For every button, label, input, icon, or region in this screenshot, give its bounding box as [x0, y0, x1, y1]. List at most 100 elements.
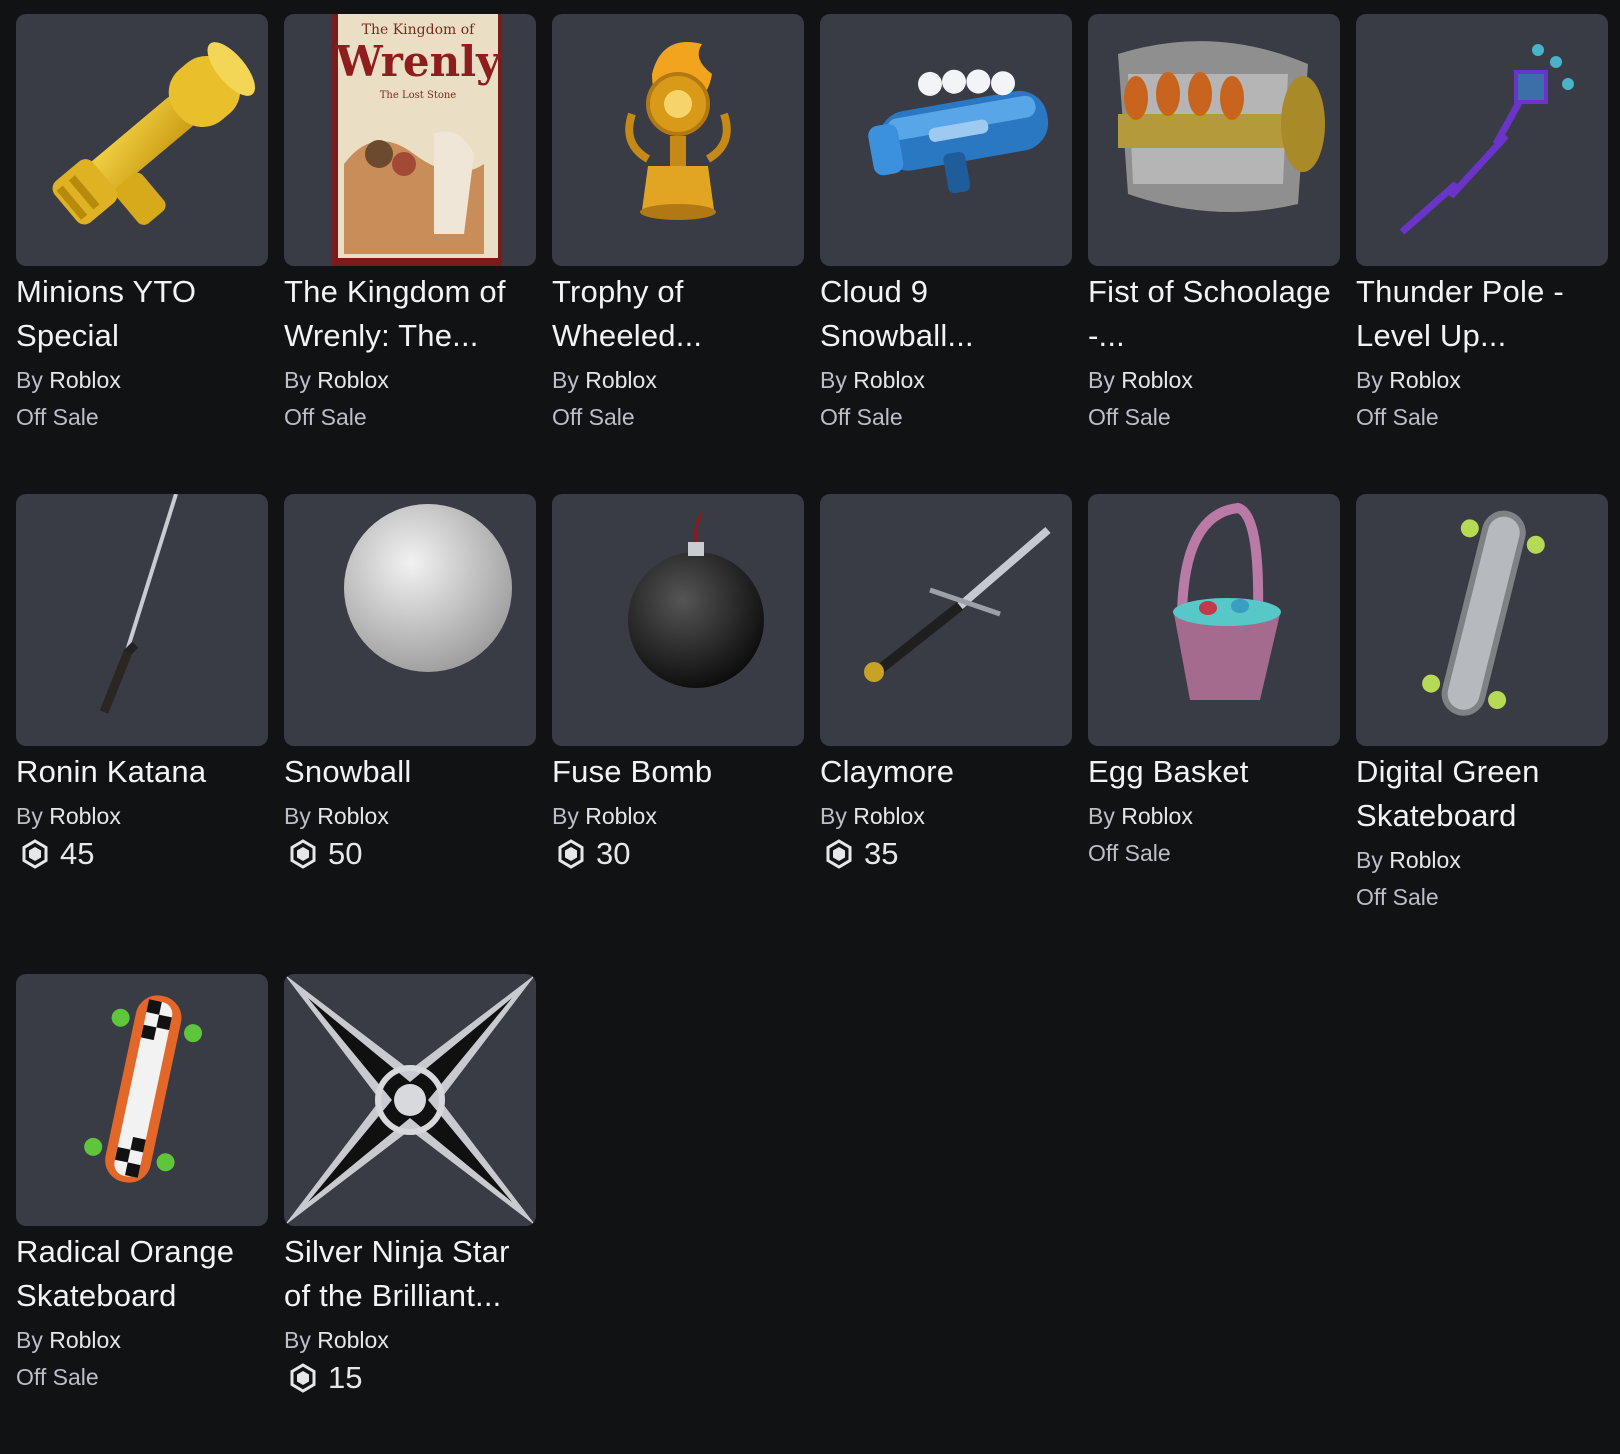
item-name[interactable]: Egg Basket — [1088, 750, 1340, 794]
sale-status: Off Sale — [820, 404, 903, 430]
catalog-item-card[interactable]: Claymore By Roblox 35 — [820, 494, 1072, 974]
sale-status: Off Sale — [1088, 840, 1171, 866]
creator-prefix: By — [284, 803, 311, 829]
catalog-item-card[interactable]: Radical Orange Skateboard By Roblox Off Sa… — [16, 974, 268, 1454]
catalog-item-card[interactable]: Cloud 9 Snowball... By Roblox Off Sale — [820, 14, 1072, 494]
sale-status: Off Sale — [16, 404, 99, 430]
creator-prefix: By — [552, 367, 579, 393]
catalog-grid: Minions YTO Special By Roblox Off Sale The… — [16, 14, 1608, 1454]
bomb-icon[interactable] — [552, 494, 804, 746]
item-name[interactable]: Snowball — [284, 750, 536, 794]
creator-link[interactable]: Roblox — [853, 803, 925, 829]
item-creator: By Roblox — [552, 362, 804, 398]
item-name[interactable]: The Kingdom of Wrenly: The... — [284, 270, 536, 358]
item-name[interactable]: Ronin Katana — [16, 750, 268, 794]
catalog-item-card[interactable]: Trophy of Wheeled... By Roblox Off Sale — [552, 14, 804, 494]
item-name[interactable]: Cloud 9 Snowball... — [820, 270, 1072, 358]
sale-status: Off Sale — [552, 404, 635, 430]
catalog-item-card[interactable]: Egg Basket By Roblox Off Sale — [1088, 494, 1340, 974]
minions-blaster-icon[interactable] — [16, 14, 268, 266]
item-creator: By Roblox — [284, 798, 536, 834]
item-name[interactable]: Claymore — [820, 750, 1072, 794]
item-name[interactable]: Digital Green Skateboard — [1356, 750, 1608, 838]
creator-prefix: By — [1088, 803, 1115, 829]
creator-link[interactable]: Roblox — [853, 367, 925, 393]
price-value: 45 — [60, 836, 95, 871]
robux-icon — [288, 1363, 318, 1393]
svg-text:Wrenly: Wrenly — [334, 37, 502, 86]
creator-prefix: By — [552, 803, 579, 829]
robux-icon — [824, 839, 854, 869]
snowball-launcher-icon[interactable] — [820, 14, 1072, 266]
sale-status: Off Sale — [1356, 884, 1439, 910]
robux-icon — [556, 839, 586, 869]
fist-icon[interactable] — [1088, 14, 1340, 266]
item-name[interactable]: Radical Orange Skateboard — [16, 1230, 268, 1318]
svg-text:The Kingdom of: The Kingdom of — [362, 22, 477, 38]
item-creator: By Roblox — [1088, 362, 1340, 398]
creator-link[interactable]: Roblox — [1389, 367, 1461, 393]
price-value: 50 — [328, 836, 363, 871]
item-creator: By Roblox — [16, 362, 268, 398]
catalog-item-card[interactable]: The Kingdom of Wrenly The Lost Stone The… — [284, 14, 536, 494]
item-creator: By Roblox — [1356, 362, 1608, 398]
creator-link[interactable]: Roblox — [1121, 803, 1193, 829]
catalog-item-card[interactable]: Fist of Schoolage -... By Roblox Off Sale — [1088, 14, 1340, 494]
item-creator: By Roblox — [16, 798, 268, 834]
sale-status: Off Sale — [1356, 404, 1439, 430]
creator-prefix: By — [16, 1327, 43, 1353]
creator-prefix: By — [16, 367, 43, 393]
sale-status: Off Sale — [1088, 404, 1171, 430]
item-price: 30 — [552, 834, 804, 874]
egg-basket-icon[interactable] — [1088, 494, 1340, 746]
item-creator: By Roblox — [820, 362, 1072, 398]
item-name[interactable]: Fuse Bomb — [552, 750, 804, 794]
creator-link[interactable]: Roblox — [49, 1327, 121, 1353]
book-icon[interactable]: The Kingdom of Wrenly The Lost Stone — [284, 14, 536, 266]
creator-link[interactable]: Roblox — [317, 1327, 389, 1353]
snowball-icon[interactable] — [284, 494, 536, 746]
creator-prefix: By — [284, 367, 311, 393]
catalog-item-card[interactable]: Silver Ninja Star of the Brilliant... By … — [284, 974, 536, 1454]
creator-link[interactable]: Roblox — [1389, 847, 1461, 873]
creator-link[interactable]: Roblox — [585, 803, 657, 829]
skateboard-orange-icon[interactable] — [16, 974, 268, 1226]
catalog-item-card[interactable]: Digital Green Skateboard By Roblox Off Sal… — [1356, 494, 1608, 974]
creator-prefix: By — [1356, 367, 1383, 393]
skateboard-green-icon[interactable] — [1356, 494, 1608, 746]
item-name[interactable]: Minions YTO Special — [16, 270, 268, 358]
creator-link[interactable]: Roblox — [49, 803, 121, 829]
catalog-item-card[interactable]: Snowball By Roblox 50 — [284, 494, 536, 974]
price-value: 35 — [864, 836, 899, 871]
svg-text:The Lost Stone: The Lost Stone — [380, 90, 457, 101]
creator-link[interactable]: Roblox — [317, 367, 389, 393]
catalog-item-card[interactable]: Fuse Bomb By Roblox 30 — [552, 494, 804, 974]
ninja-star-icon[interactable] — [284, 974, 536, 1226]
sword-icon[interactable] — [820, 494, 1072, 746]
catalog-item-card[interactable]: Minions YTO Special By Roblox Off Sale — [16, 14, 268, 494]
item-name[interactable]: Silver Ninja Star of the Brilliant... — [284, 1230, 536, 1318]
creator-prefix: By — [820, 367, 847, 393]
creator-link[interactable]: Roblox — [49, 367, 121, 393]
item-name[interactable]: Fist of Schoolage -... — [1088, 270, 1340, 358]
item-creator: By Roblox — [284, 362, 536, 398]
catalog-item-card[interactable]: Thunder Pole - Level Up... By Roblox Off S… — [1356, 14, 1608, 494]
item-creator: By Roblox — [820, 798, 1072, 834]
trophy-icon[interactable] — [552, 14, 804, 266]
creator-link[interactable]: Roblox — [317, 803, 389, 829]
thunder-pole-icon[interactable] — [1356, 14, 1608, 266]
robux-icon — [288, 839, 318, 869]
item-creator: By Roblox — [1088, 798, 1340, 834]
item-name[interactable]: Thunder Pole - Level Up... — [1356, 270, 1608, 358]
creator-prefix: By — [1088, 367, 1115, 393]
creator-prefix: By — [820, 803, 847, 829]
price-value: 15 — [328, 1360, 363, 1395]
item-price: 15 — [284, 1358, 536, 1398]
item-creator: By Roblox — [552, 798, 804, 834]
catalog-item-card[interactable]: Ronin Katana By Roblox 45 — [16, 494, 268, 974]
katana-icon[interactable] — [16, 494, 268, 746]
creator-link[interactable]: Roblox — [585, 367, 657, 393]
item-name[interactable]: Trophy of Wheeled... — [552, 270, 804, 358]
creator-link[interactable]: Roblox — [1121, 367, 1193, 393]
robux-icon — [20, 839, 50, 869]
